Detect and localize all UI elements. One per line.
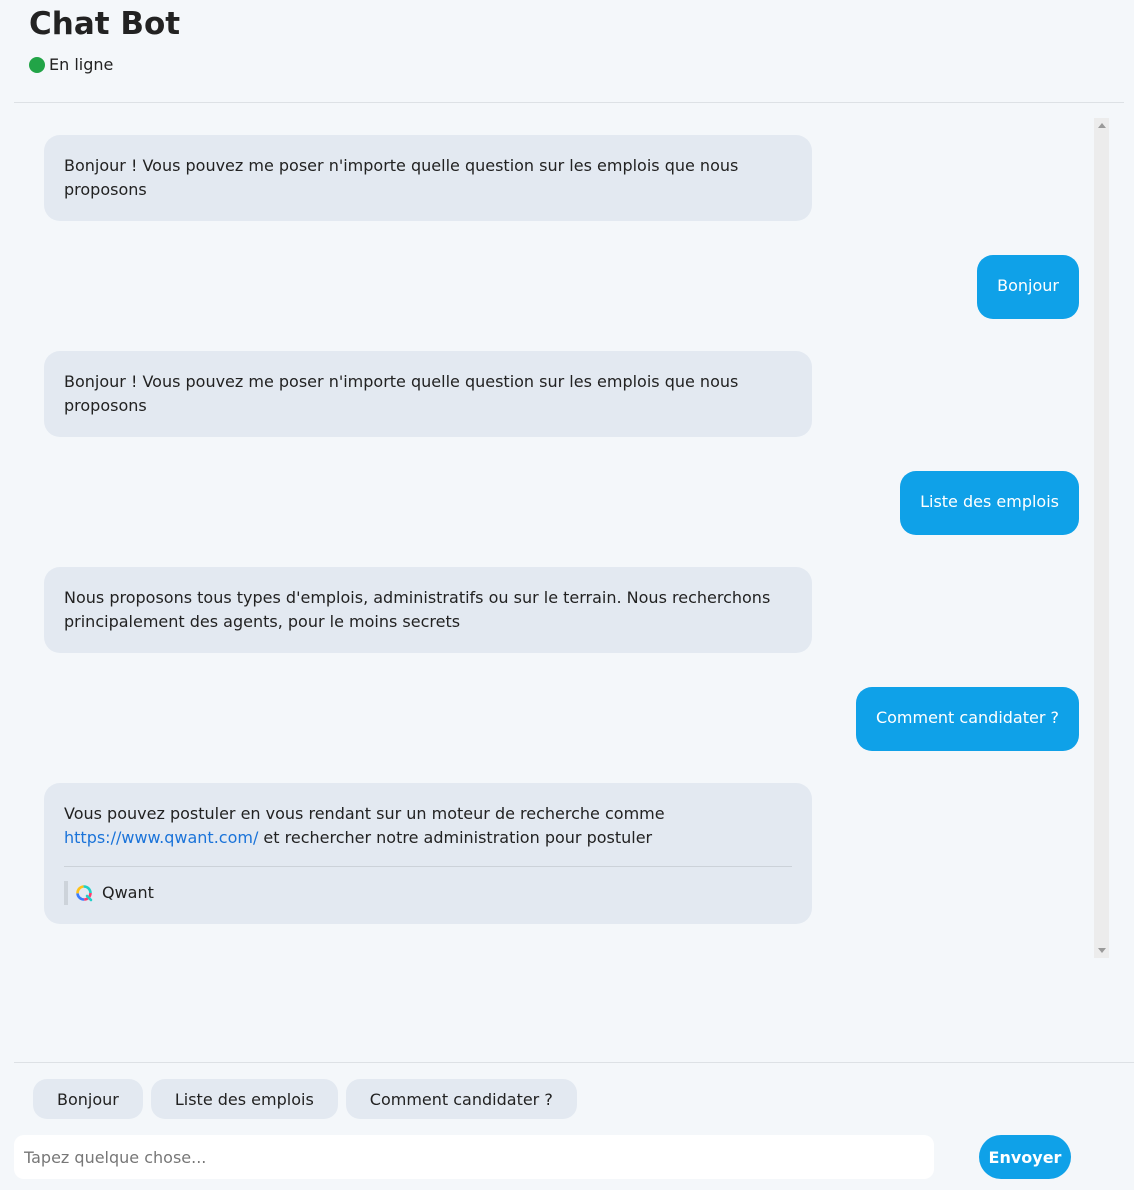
preview-label: Qwant (102, 883, 154, 902)
preview-bar (64, 881, 68, 905)
message-text: Comment candidater ? (875, 708, 1059, 727)
page-title: Chat Bot (29, 6, 181, 42)
suggestion-chips: Bonjour Liste des emplois Comment candid… (33, 1079, 585, 1119)
preview-divider (64, 866, 792, 867)
message-text: Bonjour ! Vous pouvez me poser n'importe… (64, 372, 739, 415)
scroll-down-icon[interactable] (1098, 948, 1106, 953)
bot-message: Vous pouvez postuler en vous rendant sur… (44, 783, 812, 924)
message-text: Bonjour ! Vous pouvez me poser n'importe… (64, 156, 739, 199)
message-text: Liste des emplois (920, 492, 1059, 511)
message-text: Nous proposons tous types d'emplois, adm… (64, 588, 771, 631)
message-text: Bonjour (997, 276, 1059, 295)
suggestion-chip-liste-des-emplois[interactable]: Liste des emplois (150, 1079, 338, 1119)
message-text: Vous pouvez postuler en vous rendant sur… (64, 804, 665, 823)
message-input[interactable] (14, 1135, 934, 1179)
send-button[interactable]: Envoyer (979, 1135, 1071, 1179)
status-label: En ligne (49, 55, 114, 74)
online-dot-icon (29, 56, 45, 73)
status-indicator: En ligne (29, 55, 113, 74)
suggestion-chip-comment-candidater[interactable]: Comment candidater ? (345, 1079, 577, 1119)
link-preview[interactable]: Qwant (64, 881, 792, 905)
qwant-link[interactable]: https://www.qwant.com/ (64, 828, 258, 847)
message-list[interactable]: Bonjour ! Vous pouvez me poser n'importe… (14, 103, 1124, 963)
bot-message: Bonjour ! Vous pouvez me poser n'importe… (44, 135, 812, 221)
bot-message: Bonjour ! Vous pouvez me poser n'importe… (44, 351, 812, 437)
bot-message: Nous proposons tous types d'emplois, adm… (44, 567, 812, 653)
message-text: et rechercher notre administration pour … (258, 828, 653, 847)
composer-divider (14, 1062, 1134, 1063)
qwant-icon (76, 885, 93, 902)
chat-header: Chat Bot En ligne (0, 0, 1134, 103)
user-message: Liste des emplois (900, 471, 1079, 535)
chat-scrollbar[interactable] (1094, 118, 1109, 958)
user-message: Comment candidater ? (855, 687, 1079, 751)
suggestion-chip-bonjour[interactable]: Bonjour (33, 1079, 143, 1119)
user-message: Bonjour (977, 255, 1079, 319)
scroll-up-icon[interactable] (1098, 123, 1106, 128)
